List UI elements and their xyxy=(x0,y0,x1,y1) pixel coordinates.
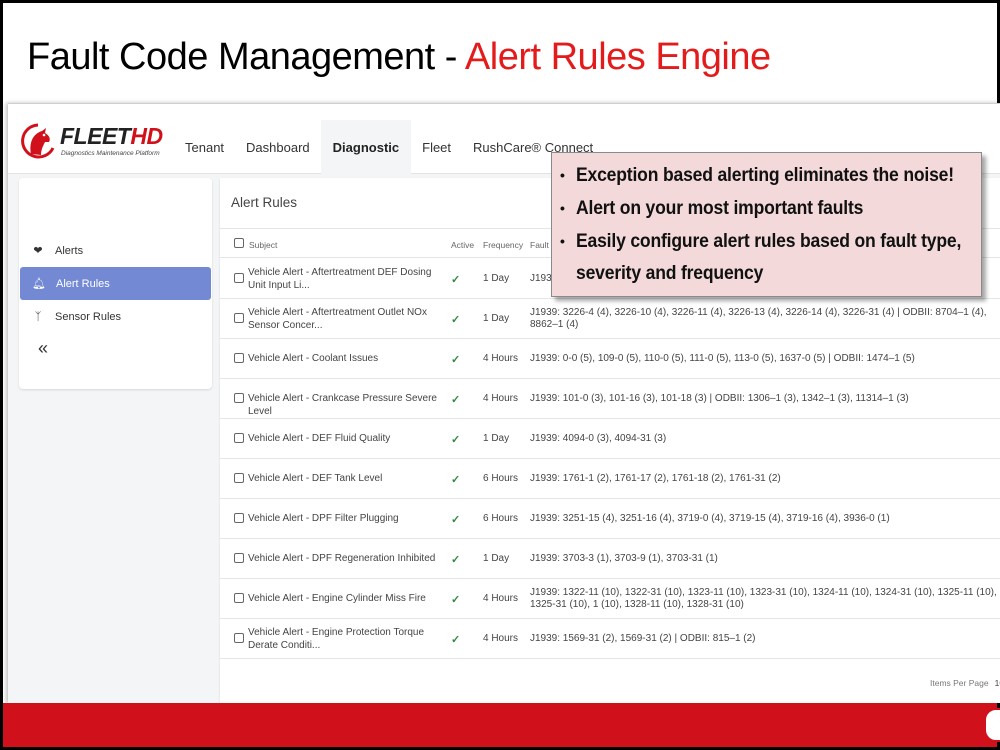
slide-title-main: Fault Code Management - xyxy=(27,36,465,78)
row-checkbox[interactable] xyxy=(234,273,244,286)
branch-icon: ᛉ xyxy=(34,310,42,323)
row-frequency: 4 Hours xyxy=(483,593,519,604)
row-checkbox[interactable] xyxy=(234,513,244,526)
column-header-frequency[interactable]: Frequency xyxy=(483,240,523,250)
active-check-icon: ✓ xyxy=(451,594,461,606)
row-frequency: 4 Hours xyxy=(483,633,519,644)
row-frequency: 6 Hours xyxy=(483,473,519,484)
row-frequency: 1 Day xyxy=(483,273,510,284)
active-check-icon: ✓ xyxy=(451,554,461,566)
row-fault-codes: J1939: 1322-11 (10), 1322-31 (10), 1323-… xyxy=(530,587,997,610)
row-checkbox[interactable] xyxy=(234,433,244,446)
row-fault-codes: J1939: 3226-4 (4), 3226-10 (4), 3226-11 … xyxy=(530,307,987,330)
bell-icon: 🔔︎ xyxy=(32,278,46,290)
tab-diagnostic[interactable]: Diagnostic xyxy=(320,120,412,174)
table-row[interactable]: Vehicle Alert - DPF Regeneration Inhibit… xyxy=(220,539,1000,579)
column-header-active[interactable]: Active xyxy=(451,240,474,250)
brand-tagline: Diagnostics Maintenance Platform xyxy=(61,150,160,157)
sidebar-item-alert-rules[interactable]: 🔔︎ Alert Rules xyxy=(20,267,211,300)
row-subject[interactable]: Vehicle Alert - Engine Cylinder Miss Fir… xyxy=(248,593,443,606)
row-frequency: 1 Day xyxy=(483,313,510,324)
row-fault-codes: J1939: 0-0 (5), 109-0 (5), 110-0 (5), 11… xyxy=(530,353,915,364)
table-row[interactable]: Vehicle Alert - Crankcase Pressure Sever… xyxy=(220,379,1000,419)
sidebar-item-sensor-rules[interactable]: ᛉ Sensor Rules xyxy=(19,300,212,333)
active-check-icon: ✓ xyxy=(451,394,461,406)
tab-tenant[interactable]: Tenant xyxy=(174,120,235,174)
active-check-icon: ✓ xyxy=(451,634,461,646)
page-title: Alert Rules xyxy=(231,195,298,210)
tab-fleet[interactable]: Fleet xyxy=(411,120,462,174)
callout-bullet-continued: severity and frequency xyxy=(576,262,764,284)
sidebar-item-label: Alert Rules xyxy=(56,277,110,290)
row-subject[interactable]: Vehicle Alert - DEF Fluid Quality xyxy=(248,433,443,446)
row-fault-codes: J1939: 1569-31 (2), 1569-31 (2) | ODBII:… xyxy=(530,633,756,644)
collapse-sidebar-icon[interactable]: « xyxy=(38,338,48,359)
row-frequency: 1 Day xyxy=(483,553,510,564)
callout-bullet: • Easily configure alert rules based on f… xyxy=(560,230,962,252)
row-subject[interactable]: Vehicle Alert - DPF Filter Plugging xyxy=(248,513,443,526)
footer-bar xyxy=(3,703,997,747)
row-checkbox[interactable] xyxy=(234,593,244,606)
row-subject[interactable]: Vehicle Alert - Engine Protection Torque… xyxy=(248,627,443,652)
row-checkbox[interactable] xyxy=(234,393,244,406)
table-row[interactable]: Vehicle Alert - Coolant Issues ✓ 4 Hours J1… xyxy=(220,339,1000,379)
row-frequency: 4 Hours xyxy=(483,393,519,404)
brand-name: FLEETHD xyxy=(60,123,163,149)
row-checkbox[interactable] xyxy=(234,633,244,646)
tab-dashboard[interactable]: Dashboard xyxy=(235,120,321,174)
table-row[interactable]: Vehicle Alert - Engine Protection Torque… xyxy=(220,619,1000,659)
table-row[interactable]: Vehicle Alert - DEF Fluid Quality ✓ 1 Day J… xyxy=(220,419,1000,459)
active-check-icon: ✓ xyxy=(451,314,461,326)
row-fault-codes: J1939: 3251-15 (4), 3251-16 (4), 3719-0 … xyxy=(530,513,890,524)
row-fault-codes: J1939: 1761-1 (2), 1761-17 (2), 1761-18 … xyxy=(530,473,781,484)
callout-bullet: • Exception based alerting eliminates the… xyxy=(560,164,954,186)
feature-callout: • Exception based alerting eliminates the… xyxy=(551,152,982,297)
table-row[interactable]: Vehicle Alert - Engine Cylinder Miss Fir… xyxy=(220,579,1000,619)
items-per-page-select[interactable]: 10 xyxy=(995,678,1000,688)
row-fault-codes: J1939: 4094-0 (3), 4094-31 (3) xyxy=(530,433,667,444)
main-tabs: Tenant Dashboard Diagnostic Fleet RushCa… xyxy=(174,120,604,174)
row-checkbox[interactable] xyxy=(234,473,244,486)
column-header-subject[interactable]: Subject xyxy=(249,240,444,250)
row-checkbox[interactable] xyxy=(234,313,244,326)
row-frequency: 1 Day xyxy=(483,433,510,444)
sidebar-item-alerts[interactable]: ❤ Alerts xyxy=(19,234,212,267)
brand-logo[interactable]: FLEETHD Diagnostics Maintenance Platform xyxy=(20,122,170,162)
heart-pulse-icon: ❤ xyxy=(33,245,43,257)
row-checkbox[interactable] xyxy=(234,353,244,366)
table-row[interactable]: Vehicle Alert - Aftertreatment Outlet NO… xyxy=(220,299,1000,339)
row-checkbox[interactable] xyxy=(234,553,244,566)
slide-title-accent: Alert Rules Engine xyxy=(464,36,771,78)
row-subject[interactable]: Vehicle Alert - DEF Tank Level xyxy=(248,473,443,486)
row-fault-codes: J1939: 3703-3 (1), 3703-9 (1), 3703-31 (… xyxy=(530,553,718,564)
active-check-icon: ✓ xyxy=(451,434,461,446)
row-subject[interactable]: Vehicle Alert - DPF Regeneration Inhibit… xyxy=(248,553,443,566)
row-frequency: 6 Hours xyxy=(483,513,519,524)
table-row[interactable]: Vehicle Alert - DEF Tank Level ✓ 6 Hours J1… xyxy=(220,459,1000,499)
sidebar-item-label: Alerts xyxy=(55,244,84,257)
row-subject[interactable]: Vehicle Alert - Aftertreatment DEF Dosin… xyxy=(248,267,443,292)
select-all-checkbox[interactable] xyxy=(234,238,244,250)
footer-logo-icon xyxy=(984,708,1000,742)
row-subject[interactable]: Vehicle Alert - Coolant Issues xyxy=(248,353,443,366)
active-check-icon: ✓ xyxy=(451,514,461,526)
row-fault-codes: J1939: 101-0 (3), 101-16 (3), 101-18 (3)… xyxy=(530,393,909,404)
row-subject[interactable]: Vehicle Alert - Crankcase Pressure Sever… xyxy=(248,393,443,418)
active-check-icon: ✓ xyxy=(451,474,461,486)
active-check-icon: ✓ xyxy=(451,354,461,366)
slide-title: Fault Code Management - Alert Rules Engi… xyxy=(27,36,771,79)
active-check-icon: ✓ xyxy=(451,274,461,286)
row-subject[interactable]: Vehicle Alert - Aftertreatment Outlet NO… xyxy=(248,307,443,332)
row-frequency: 4 Hours xyxy=(483,353,519,364)
horse-head-logo-icon xyxy=(21,123,55,159)
items-per-page: Items Per Page10 xyxy=(930,678,1000,688)
sidebar-item-label: Sensor Rules xyxy=(55,310,122,323)
sidebar: ❤ Alerts 🔔︎ Alert Rules ᛉ Sensor Rules « xyxy=(19,178,212,389)
callout-bullet: • Alert on your most important faults xyxy=(560,197,864,219)
table-row[interactable]: Vehicle Alert - DPF Filter Plugging ✓ 6 Ho… xyxy=(220,499,1000,539)
